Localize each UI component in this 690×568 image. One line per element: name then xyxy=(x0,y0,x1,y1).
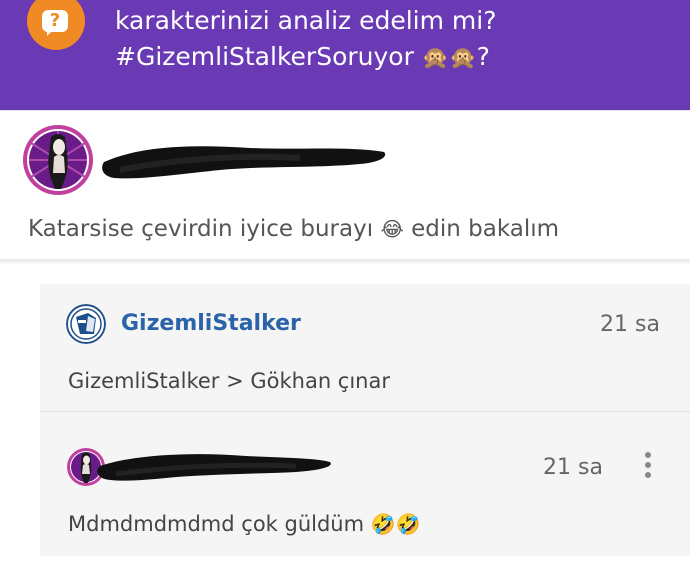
monkey-emoji: 🙊🙊 xyxy=(421,46,477,71)
reply-timestamp: 21 sa xyxy=(543,455,603,480)
question-bubble-tail xyxy=(47,30,59,36)
question-text-line1: karakterinizi analiz edelim mi? xyxy=(115,6,497,35)
reply-text: Mdmdmdmdmd çok güldüm xyxy=(68,512,365,536)
question-badge: ? xyxy=(42,10,68,32)
post-comment: Katarsise çevirdin iyice burayı 😂 edin b… xyxy=(28,216,559,242)
comment-suffix: edin bakalım xyxy=(411,216,560,242)
reply-body: Mdmdmdmdmd çok güldüm 🤣🤣 xyxy=(68,512,421,536)
section-shadow xyxy=(0,259,690,265)
laughing-emoji: 😂 xyxy=(380,217,404,241)
comment-text: Katarsise çevirdin iyice burayı xyxy=(28,216,374,242)
reply-author[interactable]: GizemliStalker xyxy=(121,311,301,336)
app-header: ? karakterinizi analiz edelim mi? #Gizem… xyxy=(0,0,690,110)
gizemlistalker-avatar[interactable] xyxy=(66,304,106,344)
more-vert-icon[interactable] xyxy=(636,450,660,486)
question-suffix: ? xyxy=(476,42,490,71)
redacted-username xyxy=(97,454,331,481)
reply-body: GizemliStalker > Gökhan çınar xyxy=(68,369,390,393)
redacted-username xyxy=(102,146,386,179)
header-divider xyxy=(0,110,690,111)
reply-timestamp: 21 sa xyxy=(600,312,660,337)
hashtag-link[interactable]: #GizemliStalkerSoruyor xyxy=(115,42,414,71)
question-bubble-icon: ? xyxy=(27,0,85,50)
rofl-emoji: 🤣🤣 xyxy=(370,512,421,536)
avatar[interactable] xyxy=(21,123,95,197)
reply-divider xyxy=(40,411,690,412)
question-text-line2: #GizemliStalkerSoruyor 🙊🙊? xyxy=(115,40,490,76)
